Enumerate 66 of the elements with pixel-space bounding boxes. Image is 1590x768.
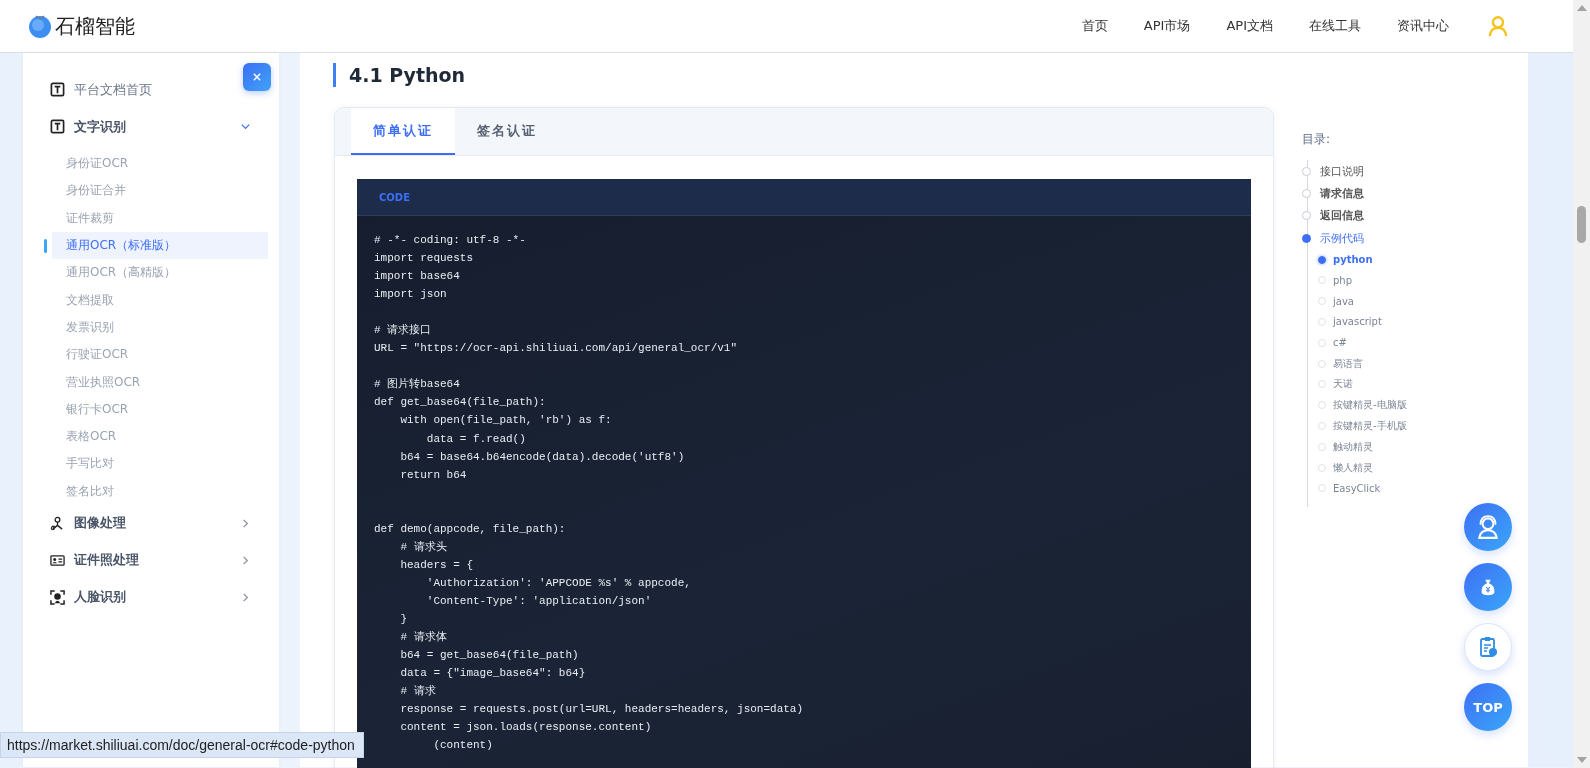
toc-link[interactable]: 触动精灵 bbox=[1333, 439, 1373, 454]
sidebar-subitem[interactable]: 签名比对 bbox=[52, 477, 268, 505]
toc-link[interactable]: 请求信息 bbox=[1320, 185, 1364, 201]
id-card-icon bbox=[50, 552, 65, 568]
close-icon bbox=[253, 73, 261, 81]
code-text: # -*- coding: utf-8 -*- import requests import base64 import json # 请求接口 URL = "https://ocr-api.shiliuai.com/api/general_ocr/v1" # 图片转base64 def get_base64(file_path): with open(file_path, 'rb') as f: data = f.read() b64 = base64.b64encode(data).decode('utf8') return b64 def demo(appcode, file_path): # 请求头 headers = { 'Authorization': 'APPCODE %s' % appcode, 'Content-Type': 'application/json' } # 请求体 b64 = get_base64(file_path) data = {"image_base64": b64} # 请求 response = requests.post(url=URL, headers=headers, json=data) content = json.loads(response.content) (content) bbox=[373, 233, 805, 754]
toc-link[interactable]: php bbox=[1333, 274, 1353, 286]
toc-link[interactable]: 返回信息 bbox=[1320, 208, 1364, 224]
sidebar-subitem[interactable]: 身份证OCR bbox=[52, 150, 268, 178]
toc-link[interactable]: c# bbox=[1333, 337, 1347, 349]
logo-text: 石榴智能 bbox=[55, 12, 135, 40]
sidebar-subitem[interactable]: 手写比对 bbox=[52, 450, 268, 478]
nav-link[interactable]: 首页 bbox=[1081, 17, 1108, 35]
chevron-right-icon bbox=[240, 554, 251, 566]
face-scan-icon bbox=[50, 589, 65, 605]
sidebar-item[interactable]: 文字识别 bbox=[23, 108, 279, 145]
sidebar-subitem[interactable]: 身份证合并 bbox=[52, 177, 268, 205]
user-icon[interactable] bbox=[1487, 15, 1509, 37]
toc-link[interactable]: 按键精灵-电脑版 bbox=[1333, 398, 1407, 413]
text-icon bbox=[50, 82, 65, 97]
sidebar-item[interactable]: 证件照处理 bbox=[23, 541, 279, 579]
toc-link[interactable]: EasyClick bbox=[1333, 482, 1381, 494]
sidebar-subitem[interactable]: 表格OCR bbox=[52, 423, 268, 451]
scroll-up-icon[interactable] bbox=[1576, 5, 1587, 11]
sidebar-subitem[interactable]: 证件裁剪 bbox=[52, 204, 268, 232]
status-url: https://market.shiliuai.com/doc/general-ocr#code-python bbox=[0, 732, 364, 758]
toc-link[interactable]: python bbox=[1333, 254, 1373, 266]
scissors-icon bbox=[50, 515, 65, 531]
sidebar-item[interactable]: 人脸识别 bbox=[23, 578, 279, 616]
sidebar-subitem[interactable]: 发票识别 bbox=[52, 313, 268, 341]
sidebar-subitem[interactable]: 文档提取 bbox=[52, 286, 268, 314]
toc-link[interactable]: javascript bbox=[1333, 316, 1382, 328]
section-title: 4.1 Python bbox=[333, 63, 1528, 87]
close-button[interactable] bbox=[243, 63, 271, 91]
nav-link[interactable]: 资讯中心 bbox=[1397, 17, 1449, 35]
toc-link[interactable]: java bbox=[1333, 295, 1354, 307]
sidebar-subitem[interactable]: 行驶证OCR bbox=[52, 341, 268, 369]
scrollbar-thumb[interactable] bbox=[1577, 206, 1586, 243]
logo-icon bbox=[27, 13, 53, 39]
sidebar-subitem[interactable]: 通用OCR（高精版） bbox=[52, 259, 268, 287]
chevron-right-icon bbox=[240, 517, 251, 529]
sidebar-subitem[interactable]: 银行卡OCR bbox=[52, 395, 268, 423]
toc-link[interactable]: 示例代码 bbox=[1320, 230, 1364, 246]
sidebar-subitem[interactable]: 通用OCR（标准版） bbox=[52, 232, 268, 260]
toc-link[interactable]: 接口说明 bbox=[1320, 163, 1364, 179]
chevron-down-icon bbox=[240, 121, 251, 132]
toc-link[interactable]: 懒人精灵 bbox=[1333, 460, 1373, 475]
nav-link[interactable]: API文档 bbox=[1226, 17, 1273, 35]
nav-link[interactable]: 在线工具 bbox=[1309, 17, 1361, 35]
selection-bar bbox=[44, 238, 47, 253]
code-label: CODE bbox=[379, 191, 410, 203]
sidebar-subitem[interactable]: 营业执照OCR bbox=[52, 368, 268, 396]
sidebar-item[interactable]: 平台文档首页 bbox=[23, 71, 279, 108]
headset-person-icon bbox=[1475, 514, 1501, 540]
text-icon bbox=[50, 119, 65, 134]
toc-title: 目录: bbox=[1302, 131, 1332, 148]
toc-link[interactable]: 易语言 bbox=[1333, 356, 1363, 371]
nav-link[interactable]: API市场 bbox=[1143, 17, 1191, 35]
tab[interactable]: 签名认证 bbox=[455, 108, 559, 155]
sidebar-item[interactable]: 图像处理 bbox=[23, 504, 279, 542]
toc-link[interactable]: 按键精灵-手机版 bbox=[1333, 418, 1407, 433]
toc-link[interactable]: 天诺 bbox=[1333, 377, 1353, 392]
scrollbar[interactable] bbox=[1573, 0, 1590, 768]
scroll-down-icon[interactable] bbox=[1576, 757, 1587, 763]
chevron-right-icon bbox=[240, 591, 251, 603]
tab[interactable]: 简单认证 bbox=[351, 108, 455, 155]
